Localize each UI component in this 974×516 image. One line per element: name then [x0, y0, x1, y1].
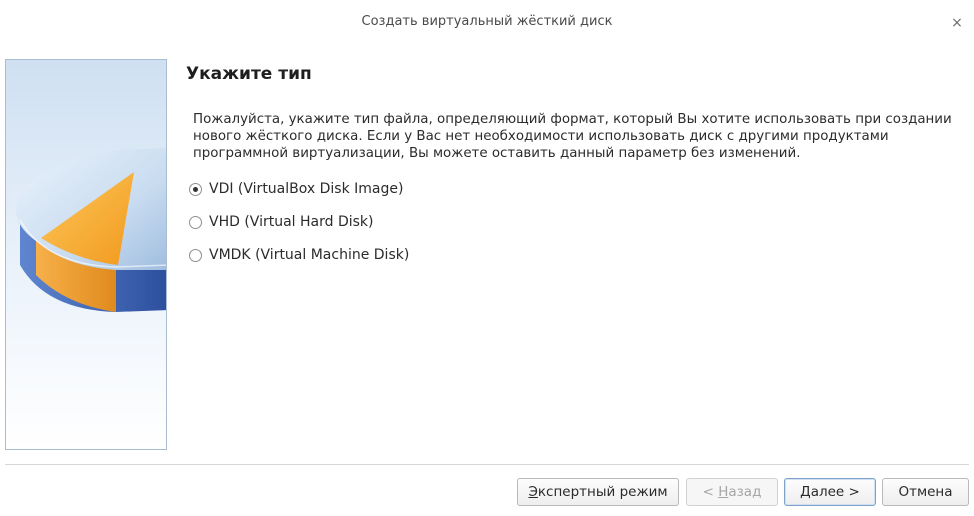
- radio-button[interactable]: [189, 248, 202, 262]
- radio-vdi[interactable]: VDI (VirtualBox Disk Image): [189, 178, 409, 200]
- create-virtual-disk-dialog: Создать виртуальный жёсткий диск × Укажи…: [0, 0, 974, 516]
- button-separator: [5, 464, 969, 465]
- radio-button[interactable]: [189, 215, 202, 229]
- expert-mode-mnemonic: Э: [528, 484, 538, 500]
- next-label: алее >: [810, 484, 860, 500]
- back-prefix: <: [702, 484, 719, 500]
- radio-vmdk[interactable]: VMDK (Virtual Machine Disk): [189, 244, 409, 266]
- next-button[interactable]: Далее >: [784, 478, 876, 506]
- back-button[interactable]: < Назад: [686, 478, 778, 506]
- title-bar: Создать виртуальный жёсткий диск ×: [0, 0, 974, 46]
- page-description: Пожалуйста, укажите тип файла, определяю…: [193, 112, 952, 161]
- disk-type-radio-group: VDI (VirtualBox Disk Image) VHD (Virtual…: [189, 178, 409, 277]
- hard-disk-pie-illustration: [16, 148, 166, 312]
- page-heading: Укажите тип: [186, 64, 312, 84]
- radio-label-vhd: VHD (Virtual Hard Disk): [209, 214, 374, 230]
- cancel-button[interactable]: Отмена: [882, 478, 969, 506]
- window-title: Создать виртуальный жёсткий диск: [361, 14, 613, 29]
- radio-vhd[interactable]: VHD (Virtual Hard Disk): [189, 211, 409, 233]
- next-mnemonic: Д: [800, 484, 811, 500]
- expert-mode-label: кспертный режим: [537, 484, 668, 500]
- wizard-side-image: [5, 59, 167, 450]
- expert-mode-button[interactable]: Экспертный режим: [517, 478, 679, 506]
- back-label: азад: [728, 484, 762, 500]
- radio-label-vmdk: VMDK (Virtual Machine Disk): [209, 247, 410, 263]
- close-icon[interactable]: ×: [946, 12, 968, 34]
- radio-button-checked[interactable]: [189, 182, 202, 196]
- radio-label-vdi: VDI (VirtualBox Disk Image): [209, 181, 404, 197]
- back-mnemonic: Н: [718, 484, 729, 500]
